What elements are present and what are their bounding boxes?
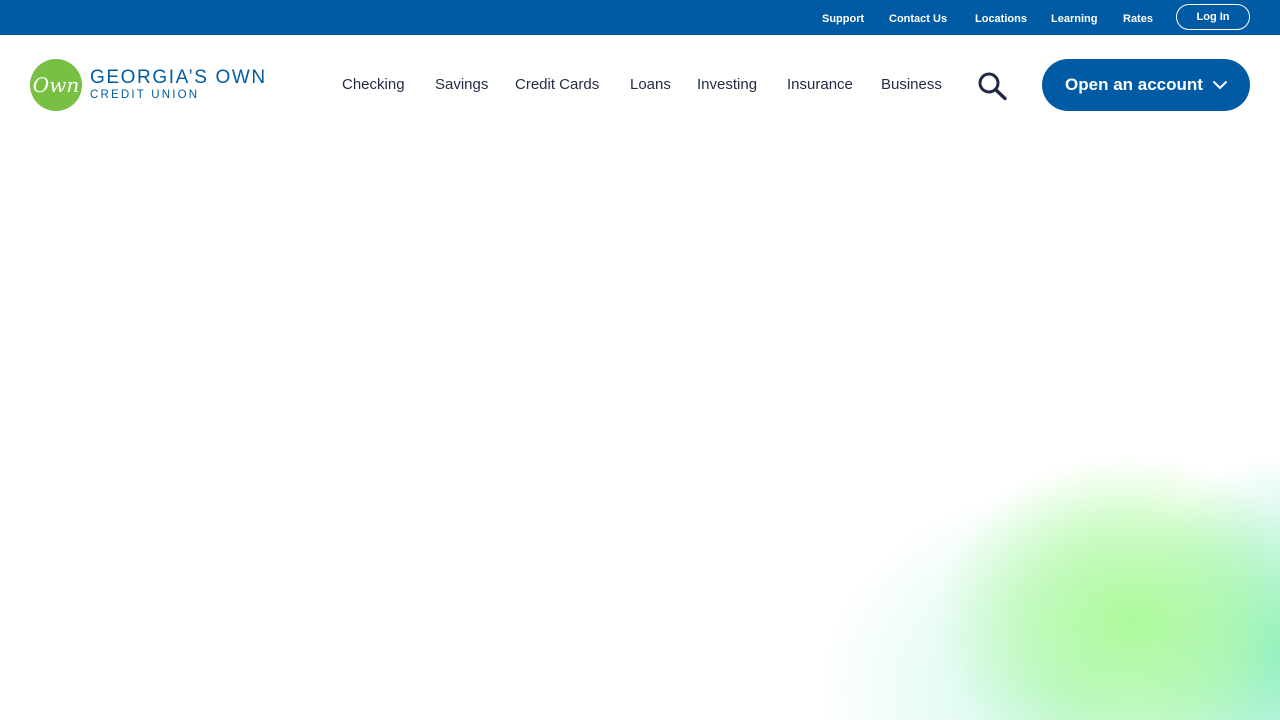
search-icon[interactable] bbox=[976, 71, 1008, 101]
contact-us-link[interactable]: Contact Us bbox=[889, 12, 947, 26]
nav-checking[interactable]: Checking bbox=[342, 76, 405, 94]
rates-link[interactable]: Rates bbox=[1123, 12, 1153, 26]
logo-name: GEORGIA’S OWN bbox=[90, 67, 267, 88]
locations-link[interactable]: Locations bbox=[975, 12, 1027, 26]
open-account-button[interactable]: Open an account bbox=[1042, 59, 1250, 111]
logo-subtitle: CREDIT UNION bbox=[90, 89, 200, 101]
page: Support Contact Us Locations Learning Ra… bbox=[0, 0, 1280, 720]
nav-investing[interactable]: Investing bbox=[697, 76, 757, 94]
nav-savings[interactable]: Savings bbox=[435, 76, 488, 94]
logo-mark: Own bbox=[30, 59, 82, 111]
nav-loans[interactable]: Loans bbox=[630, 76, 671, 94]
nav-business[interactable]: Business bbox=[881, 76, 942, 94]
utility-bar: Support Contact Us Locations Learning Ra… bbox=[0, 0, 1280, 35]
nav-credit-cards[interactable]: Credit Cards bbox=[515, 76, 599, 94]
hero-gradient-decoration bbox=[700, 430, 1280, 720]
log-in-button[interactable]: Log In bbox=[1176, 4, 1250, 30]
chevron-down-icon bbox=[1212, 81, 1227, 89]
support-link[interactable]: Support bbox=[822, 12, 864, 26]
logo-text: GEORGIA’S OWN CREDIT UNION bbox=[90, 68, 267, 102]
open-account-label: Open an account bbox=[1065, 75, 1203, 94]
learning-link[interactable]: Learning bbox=[1051, 12, 1097, 26]
nav-insurance[interactable]: Insurance bbox=[787, 76, 853, 94]
logo[interactable]: Own GEORGIA’S OWN CREDIT UNION bbox=[30, 59, 267, 111]
